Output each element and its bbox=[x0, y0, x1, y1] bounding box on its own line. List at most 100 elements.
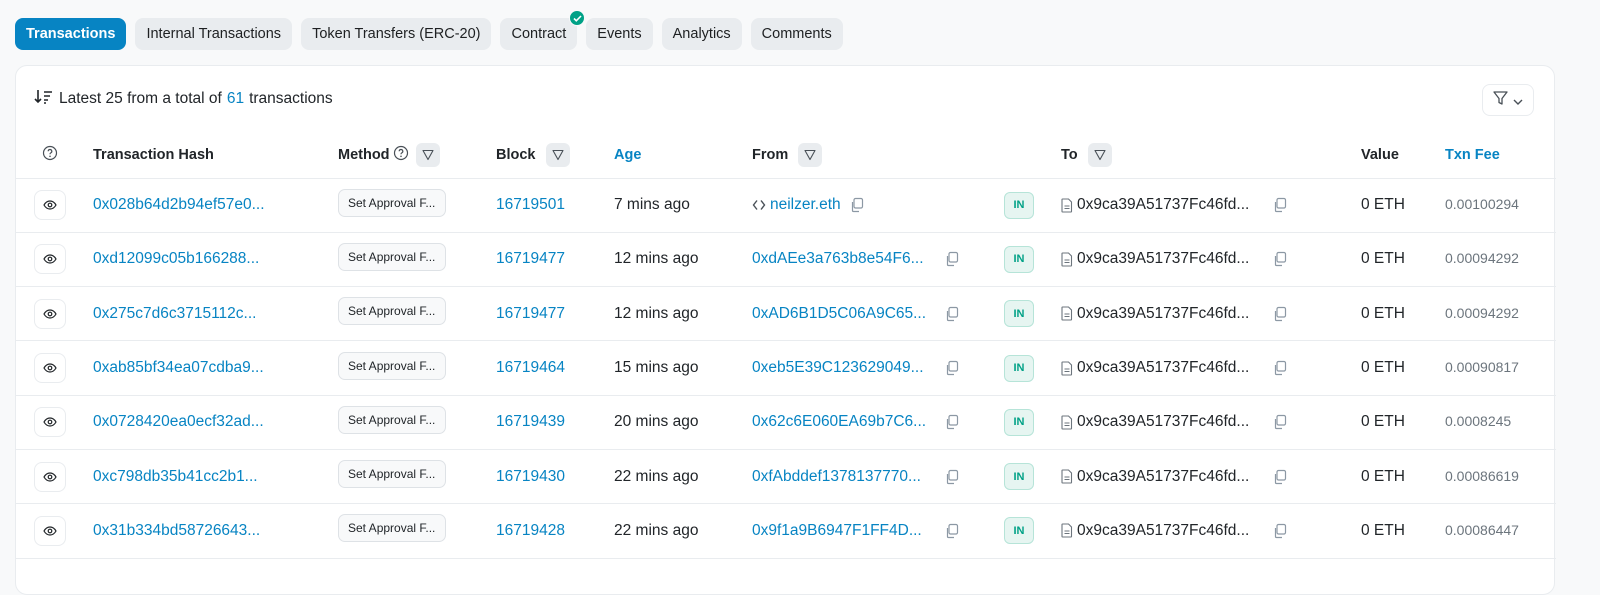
from-address-link[interactable]: 0xAD6B1D5C06A9C65... bbox=[752, 305, 932, 323]
txn-hash-link[interactable]: 0x0728420ea0ecf32ad... bbox=[93, 413, 264, 430]
from-filter-button[interactable] bbox=[798, 142, 823, 167]
table-row: 0xc798db35b41cc2b1... Set Approval F... … bbox=[16, 449, 1556, 505]
to-address-link[interactable]: 0x9ca39A51737Fc46fd... bbox=[1077, 522, 1262, 540]
preview-button[interactable] bbox=[34, 190, 66, 221]
cell-direction: IN bbox=[1004, 449, 1061, 505]
copy-icon[interactable] bbox=[944, 306, 959, 322]
col-direction bbox=[1004, 132, 1061, 179]
copy-icon[interactable] bbox=[1272, 523, 1287, 539]
copy-icon[interactable] bbox=[1272, 251, 1287, 267]
preview-button[interactable] bbox=[34, 407, 66, 438]
tab-label: Transactions bbox=[26, 26, 116, 42]
chevron-down-icon bbox=[1513, 92, 1523, 109]
to-address-link[interactable]: 0x9ca39A51737Fc46fd... bbox=[1077, 413, 1262, 431]
fee-text: 0.00094292 bbox=[1445, 304, 1519, 321]
copy-icon[interactable] bbox=[1272, 414, 1287, 430]
copy-icon[interactable] bbox=[1272, 306, 1287, 322]
copy-icon[interactable] bbox=[1272, 360, 1287, 376]
contract-icon bbox=[1061, 469, 1073, 484]
block-link[interactable]: 16719477 bbox=[496, 305, 565, 322]
method-badge: Set Approval F... bbox=[338, 188, 446, 217]
txn-hash-link[interactable]: 0xd12099c05b166288... bbox=[93, 250, 259, 267]
method-badge: Set Approval F... bbox=[338, 297, 446, 326]
txn-hash-link[interactable]: 0xc798db35b41cc2b1... bbox=[93, 468, 258, 485]
tab-token-transfers-erc-20[interactable]: Token Transfers (ERC-20) bbox=[301, 18, 492, 50]
copy-icon[interactable] bbox=[1272, 469, 1287, 485]
preview-button[interactable] bbox=[34, 461, 66, 492]
block-link[interactable]: 16719439 bbox=[496, 413, 565, 430]
method-badge: Set Approval F... bbox=[338, 514, 446, 543]
to-address-link[interactable]: 0x9ca39A51737Fc46fd... bbox=[1077, 359, 1262, 377]
sort-desc-icon bbox=[34, 89, 54, 110]
cell-fee: 0.00086619 bbox=[1445, 449, 1556, 505]
cell-preview bbox=[16, 286, 93, 342]
cell-value: 0 ETH bbox=[1361, 449, 1445, 505]
txn-hash-link[interactable]: 0x028b64d2b94ef57e0... bbox=[93, 196, 265, 213]
method-help-icon[interactable] bbox=[393, 145, 409, 165]
value-text: 0 ETH bbox=[1361, 413, 1405, 431]
txn-hash-link[interactable]: 0x275c7d6c3715112c... bbox=[93, 305, 256, 322]
block-link[interactable]: 16719501 bbox=[496, 196, 565, 213]
to-address-link[interactable]: 0x9ca39A51737Fc46fd... bbox=[1077, 196, 1262, 214]
copy-icon[interactable] bbox=[944, 251, 959, 267]
copy-icon[interactable] bbox=[944, 469, 959, 485]
tab-events[interactable]: Events bbox=[586, 18, 653, 50]
age-text: 22 mins ago bbox=[614, 467, 699, 485]
help-icon[interactable] bbox=[42, 145, 58, 165]
method-filter-button[interactable] bbox=[415, 142, 440, 167]
cell-hash: 0x0728420ea0ecf32ad... bbox=[93, 395, 338, 450]
copy-icon[interactable] bbox=[1272, 197, 1287, 213]
to-address-link[interactable]: 0x9ca39A51737Fc46fd... bbox=[1077, 305, 1262, 323]
preview-button[interactable] bbox=[34, 298, 66, 329]
from-address-link[interactable]: 0xeb5E39C123629049... bbox=[752, 359, 932, 377]
from-address-link[interactable]: 0x9f1a9B6947F1FF4D... bbox=[752, 522, 932, 540]
cell-from: 0xAD6B1D5C06A9C65... bbox=[752, 286, 1004, 342]
txn-hash-link[interactable]: 0xab85bf34ea07cdba9... bbox=[93, 359, 264, 376]
preview-button[interactable] bbox=[34, 515, 66, 546]
cell-direction: IN bbox=[1004, 340, 1061, 396]
preview-button[interactable] bbox=[34, 353, 66, 384]
to-address-link[interactable]: 0x9ca39A51737Fc46fd... bbox=[1077, 468, 1262, 486]
cell-to: 0x9ca39A51737Fc46fd... bbox=[1061, 178, 1361, 233]
block-link[interactable]: 16719477 bbox=[496, 250, 565, 267]
copy-icon[interactable] bbox=[944, 414, 959, 430]
table-row: 0x028b64d2b94ef57e0... Set Approval F...… bbox=[16, 178, 1556, 233]
to-address-link[interactable]: 0x9ca39A51737Fc46fd... bbox=[1077, 250, 1262, 268]
tab-comments[interactable]: Comments bbox=[750, 18, 843, 50]
txn-hash-link[interactable]: 0x31b334bd58726643... bbox=[93, 522, 260, 539]
from-address-link[interactable]: 0x62c6E060EA69b7C6... bbox=[752, 413, 932, 431]
cell-method: Set Approval F... bbox=[338, 503, 496, 559]
cell-block: 16719464 bbox=[496, 340, 614, 396]
block-link[interactable]: 16719464 bbox=[496, 359, 565, 376]
advanced-filter-button[interactable] bbox=[1482, 84, 1534, 116]
copy-icon[interactable] bbox=[849, 197, 864, 213]
copy-icon[interactable] bbox=[944, 523, 959, 539]
block-link[interactable]: 16719430 bbox=[496, 468, 565, 485]
copy-icon[interactable] bbox=[944, 360, 959, 376]
from-address-link[interactable]: 0xdAEe3a763b8e54F6... bbox=[752, 250, 932, 268]
cell-from: 0xdAEe3a763b8e54F6... bbox=[752, 232, 1004, 288]
from-address-link[interactable]: 0xfAbddef1378137770... bbox=[752, 468, 932, 486]
cell-from: 0xfAbddef1378137770... bbox=[752, 449, 1004, 505]
total-count-link[interactable]: 61 bbox=[227, 90, 244, 108]
cell-age: 12 mins ago bbox=[614, 286, 752, 342]
tab-internal-transactions[interactable]: Internal Transactions bbox=[135, 18, 293, 50]
tab-transactions[interactable]: Transactions bbox=[15, 18, 127, 50]
age-toggle-link[interactable]: Age bbox=[614, 147, 641, 163]
contract-icon bbox=[1061, 306, 1073, 321]
block-link[interactable]: 16719428 bbox=[496, 522, 565, 539]
cell-preview bbox=[16, 232, 93, 288]
to-filter-button[interactable] bbox=[1087, 142, 1112, 167]
tab-analytics[interactable]: Analytics bbox=[661, 18, 742, 50]
direction-badge: IN bbox=[1004, 463, 1034, 491]
ens-icon bbox=[752, 199, 766, 211]
from-address-link[interactable]: neilzer.eth bbox=[770, 196, 841, 214]
preview-button[interactable] bbox=[34, 244, 66, 275]
txn-fee-toggle-link[interactable]: Txn Fee bbox=[1445, 147, 1500, 163]
cell-age: 22 mins ago bbox=[614, 503, 752, 559]
transactions-summary: Latest 25 from a total of 61 transaction… bbox=[34, 89, 333, 110]
block-filter-button[interactable] bbox=[545, 142, 570, 167]
cell-value: 0 ETH bbox=[1361, 340, 1445, 396]
tab-contract[interactable]: Contract bbox=[500, 10, 586, 50]
cell-fee: 0.00086447 bbox=[1445, 503, 1556, 559]
